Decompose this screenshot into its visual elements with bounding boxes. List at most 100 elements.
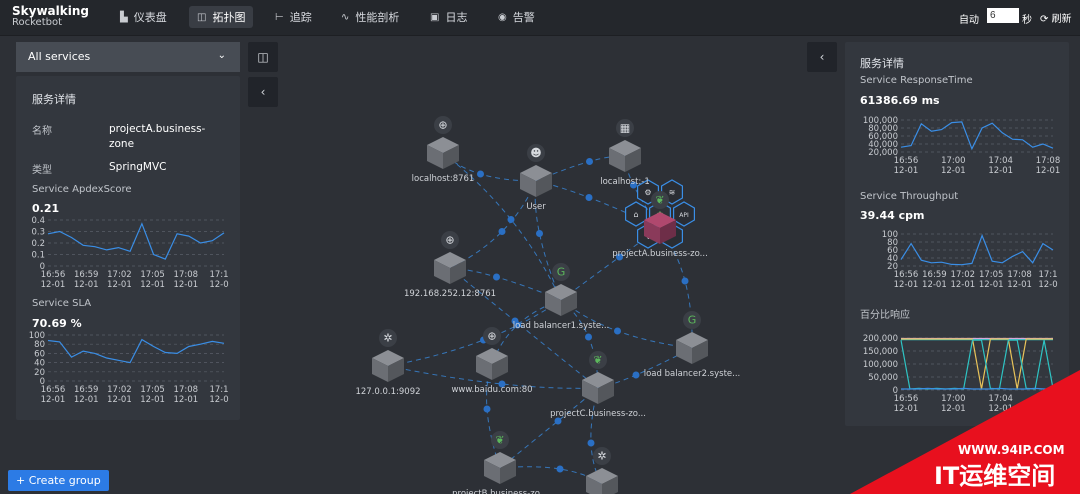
auto-refresh-label[interactable]: 自动 <box>959 11 979 26</box>
x-tick-label: 12-01 <box>107 280 132 290</box>
topology-edge[interactable] <box>486 363 501 469</box>
x-tick-label: 17:02 <box>951 270 976 280</box>
node-label: projectC.business-zo... <box>550 409 646 419</box>
ring-icon: ⚙ <box>644 188 651 197</box>
x-tick-label: 16:59 <box>74 270 99 280</box>
x-tick-label: 16:56 <box>41 270 66 280</box>
edge-dot[interactable] <box>483 405 491 413</box>
nav-label: 拓扑图 <box>212 11 246 24</box>
profile-icon: ∿ <box>341 11 350 23</box>
y-tick-label: 150,000 <box>863 347 898 357</box>
x-tick-label: 17:08 <box>174 385 199 395</box>
node-label: projectA.business-zo... <box>612 249 708 259</box>
collapse-left-button[interactable]: ‹ <box>248 77 278 107</box>
x-tick-label: 12-01 <box>1007 280 1032 290</box>
apdex-chart: 0.40.30.20.1016:5612-0116:5912-0117:0212… <box>31 216 228 290</box>
node-label: 192.168.252.12:8761 <box>404 289 496 299</box>
topology-edge[interactable] <box>387 299 562 367</box>
nav-label: 性能剖析 <box>355 11 400 24</box>
topology-node[interactable]: ▦ localhost:-1 <box>600 119 650 187</box>
y-tick-label: 100,000 <box>863 360 898 370</box>
x-tick-label: 17:08 <box>174 270 199 280</box>
edge-dot[interactable] <box>556 465 564 473</box>
logo[interactable]: Skywalking Rocketbot <box>12 5 89 29</box>
log-icon: ▣ <box>430 11 440 23</box>
edge-dot[interactable] <box>632 371 640 379</box>
edge-dot[interactable] <box>585 333 592 341</box>
spring-icon: ❦ <box>655 194 664 207</box>
topology-node[interactable]: ⊕ 192.168.252.12:8761 <box>404 231 496 299</box>
gateway-icon: G <box>688 314 697 327</box>
edge-dot[interactable] <box>493 273 500 281</box>
nav-alarm[interactable]: ◉ 告警 <box>490 6 543 28</box>
y-tick-label: 0.4 <box>31 216 45 226</box>
ring-icon: ⌂ <box>633 210 638 219</box>
topology-node[interactable]: ✲projectD.business-zo... <box>554 447 650 494</box>
nav-label: 告警 <box>512 11 535 24</box>
nav-profile[interactable]: ∿ 性能剖析 <box>333 6 407 28</box>
nav-trace[interactable]: ⊢ 追踪 <box>267 6 320 28</box>
node-label: load balancer1.syste... <box>513 321 610 331</box>
logo-title: Skywalking <box>12 4 89 18</box>
refresh-interval-input[interactable] <box>987 8 1019 23</box>
x-tick-label: 12-01 <box>74 280 99 290</box>
node-label: localhost:-1 <box>600 177 650 187</box>
nav-label: 追踪 <box>289 11 312 24</box>
x-tick-label: 12-01 <box>894 280 919 290</box>
x-tick-label: 12-0 <box>209 395 228 405</box>
service-select[interactable]: All services ⌄ <box>16 42 240 72</box>
topology-edge[interactable] <box>449 180 537 269</box>
x-tick-label: 16:59 <box>922 270 947 280</box>
nav-label: 仪表盘 <box>133 11 167 24</box>
throughput-chart: 1008060402016:5612-0116:5912-0117:0212-0… <box>882 230 1058 290</box>
node-label: www.baidu.com:80 <box>451 385 532 395</box>
edge-dot[interactable] <box>614 327 621 335</box>
topology-node[interactable]: ✲ 127.0.0.1:9092 <box>355 329 421 397</box>
topology-graph[interactable]: ⚙≋⌂✿API↯⊕localhost:8761▦localhost:-1☻Use… <box>280 36 800 494</box>
series-line <box>47 338 225 364</box>
collapse-right-button[interactable]: ‹ <box>807 42 837 72</box>
edge-dot[interactable] <box>507 216 515 223</box>
top-bar: Skywalking Rocketbot ▙ 仪表盘 ◫ 拓扑图 ⊢ 追踪 ∿ 性能剖析… <box>0 0 1080 36</box>
edge-dot[interactable] <box>587 439 595 447</box>
toggle-view-button[interactable]: ◫ <box>248 42 278 72</box>
x-tick-label: 17:05 <box>140 270 165 280</box>
x-tick-label: 12-01 <box>74 395 99 405</box>
topology-node[interactable]: ❦ projectA.business-zo... <box>612 191 708 259</box>
nav-topology[interactable]: ◫ 拓扑图 <box>189 6 254 28</box>
edge-dot[interactable] <box>585 194 593 201</box>
nav-dashboard[interactable]: ▙ 仪表盘 <box>112 6 175 28</box>
topology-node[interactable]: ⊕ www.baidu.com:80 <box>451 327 533 395</box>
create-group-button[interactable]: + Create group <box>8 470 109 491</box>
spring-icon: ❦ <box>593 354 602 367</box>
ring-icon: ≋ <box>669 188 676 197</box>
x-tick-label: 12-01 <box>140 395 165 405</box>
y-tick-label: 0.1 <box>31 251 45 261</box>
topology-node[interactable]: ⊕ localhost:8761 <box>412 116 475 184</box>
edge-dot[interactable] <box>586 158 593 165</box>
watermark-url: WWW.94IP.COM <box>958 443 1065 457</box>
edge-dot[interactable] <box>536 230 543 237</box>
edge-dot[interactable] <box>477 170 484 178</box>
right-charts: 100,00080,00060,00040,00020,00016:5612-0… <box>863 116 1061 414</box>
chevron-left-icon: ‹ <box>819 50 825 64</box>
topology-node[interactable]: Gload balancer2.syste... <box>644 311 741 379</box>
x-tick-label: 12-01 <box>894 166 919 176</box>
node-label: localhost:8761 <box>412 174 475 184</box>
x-tick-label: 17:02 <box>107 385 131 395</box>
edge-dot[interactable] <box>498 228 506 235</box>
topology-node[interactable]: ☻ User <box>520 144 552 212</box>
globe-icon: ⊕ <box>445 234 454 247</box>
edge-dot[interactable] <box>681 277 689 285</box>
topology-node[interactable]: Gload balancer1.syste... <box>513 263 610 331</box>
topology-edge[interactable] <box>534 180 562 301</box>
gateway-icon: G <box>557 266 566 279</box>
nav-log[interactable]: ▣ 日志 <box>422 6 475 28</box>
topology-edge[interactable] <box>499 387 599 469</box>
chevron-down-icon: ⌄ <box>217 50 226 61</box>
node-label: User <box>526 202 546 212</box>
refresh-button[interactable]: ⟳ 刷新 <box>1040 10 1072 25</box>
x-tick-label: 12-01 <box>979 280 1004 290</box>
users-icon: ☻ <box>530 147 541 160</box>
series-line <box>900 121 1054 151</box>
